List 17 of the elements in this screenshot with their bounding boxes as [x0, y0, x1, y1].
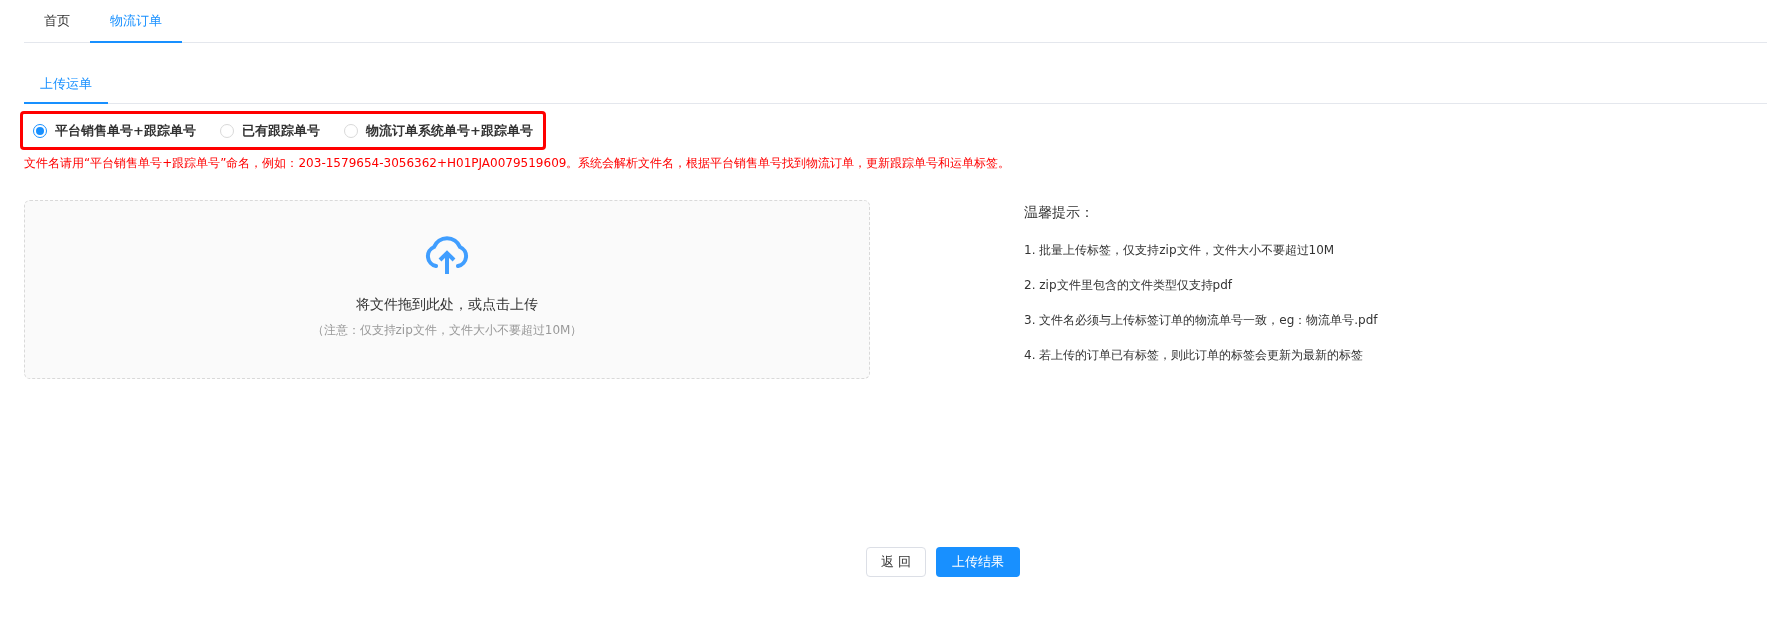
upload-note: （注意：仅支持zip文件，文件大小不要超过10M）: [311, 322, 583, 339]
tip-item: 2. zip文件里包含的文件类型仅支持pdf: [1024, 277, 1234, 294]
radio-label: 已有跟踪单号: [241, 121, 320, 140]
tips-title: 温馨提示：: [1024, 203, 1095, 222]
tip-item: 3. 文件名必须与上传标签订单的物流单号一致，eg：物流单号.pdf: [1024, 312, 1378, 329]
radio-label: 平台销售单号+跟踪单号: [55, 121, 196, 140]
upload-dropzone[interactable]: 将文件拖到此处，或点击上传 （注意：仅支持zip文件，文件大小不要超过10M）: [24, 200, 870, 379]
upload-instruction: 将文件拖到此处，或点击上传: [356, 295, 538, 314]
radio-option[interactable]: 已有跟踪单号: [219, 120, 320, 141]
radio-label: 物流订单系统单号+跟踪单号: [365, 121, 533, 140]
back-button[interactable]: 返 回: [865, 547, 927, 577]
radio-option[interactable]: 平台销售单号+跟踪单号: [33, 120, 196, 141]
nav-tab[interactable]: 首页: [24, 0, 90, 42]
tip-item: 1. 批量上传标签，仅支持zip文件，文件大小不要超过10M: [1024, 242, 1336, 259]
tip-item: 4. 若上传的订单已有标签，则此订单的标签会更新为最新的标签: [1024, 347, 1365, 364]
naming-hint: 文件名请用“平台销售单号+跟踪单号”命名，例如：203-1579654-3056362+H01PJA0079519609。系统会解析文件名，根据平台销售单号找到物流订单，更新跟踪单号和运单标签。: [24, 155, 1012, 172]
radio-option[interactable]: 物流订单系统单号+跟踪单号: [343, 120, 533, 141]
